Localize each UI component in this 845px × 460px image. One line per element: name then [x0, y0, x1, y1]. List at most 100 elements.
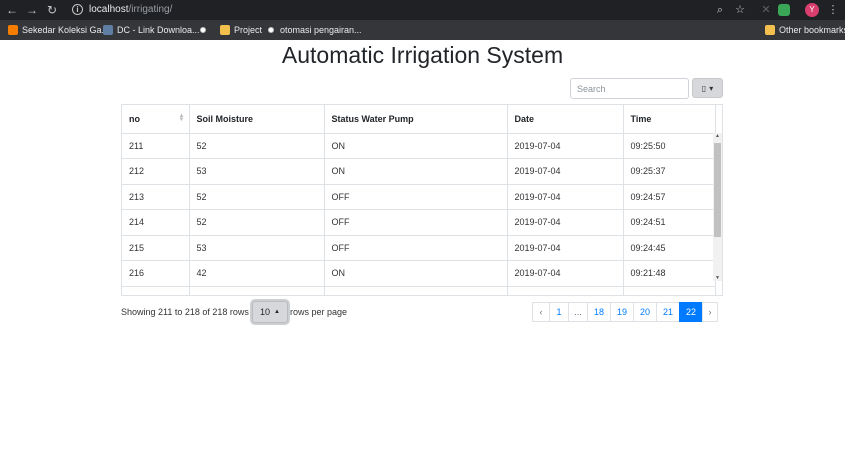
table-cell: 211: [122, 132, 190, 159]
column-header-label: Soil Moisture: [196, 113, 254, 124]
table-cell: 09:24:51: [623, 209, 716, 235]
globe-icon: [198, 25, 208, 35]
table-row: 214 52 OFF 2019-07-04 09:24:51: [122, 209, 716, 235]
folder-icon: [765, 25, 775, 35]
bookmark-item[interactable]: [198, 20, 212, 40]
table-cell: 53: [189, 234, 325, 261]
pagination-page-21[interactable]: 21: [656, 302, 680, 322]
table-cell: [324, 285, 508, 295]
reload-icon[interactable]: ↻: [44, 2, 60, 18]
columns-toggle-button[interactable]: ▯ ▾: [692, 78, 723, 98]
table-cell: 09:21:48: [623, 260, 716, 286]
search-input[interactable]: [570, 78, 689, 99]
table-cell: 52: [189, 132, 325, 159]
zoom-icon[interactable]: ⌕: [712, 2, 728, 18]
table-cell: 2019-07-04: [507, 209, 624, 235]
column-header-label: no: [129, 113, 140, 124]
table-cell: 09:25:50: [623, 132, 716, 159]
page-size-dropdown[interactable]: 10 ▲: [252, 301, 288, 323]
avatar[interactable]: Y: [805, 3, 819, 17]
forward-arrow-icon[interactable]: →: [24, 2, 40, 18]
folder-icon: [220, 25, 230, 35]
pagination-prev[interactable]: ‹: [532, 302, 550, 322]
other-bookmarks-label: Other bookmarks: [779, 25, 845, 35]
table-row: 216 42 ON 2019-07-04 09:21:48: [122, 260, 716, 286]
bookmark-item[interactable]: Sekedar Koleksi Ga...: [8, 20, 109, 40]
column-header-label: Date: [514, 113, 535, 124]
blogger-icon: [8, 25, 18, 35]
table-row: 212 53 ON 2019-07-04 09:25:37: [122, 158, 716, 184]
url-host: localhost: [89, 4, 129, 15]
pagination-page-19[interactable]: 19: [610, 302, 634, 322]
info-icon[interactable]: i: [72, 4, 83, 15]
pagination: ‹ 1 ... 18 19 20 21 22 ›: [532, 302, 718, 322]
bookmarks-bar: Sekedar Koleksi Ga... DC - Link Downloa.…: [0, 20, 845, 40]
other-bookmarks[interactable]: Other bookmarks: [765, 20, 845, 40]
column-header-no[interactable]: no ▲ ▼: [122, 105, 190, 134]
table-cell: 214: [122, 209, 190, 235]
bookmark-item[interactable]: Project: [220, 20, 262, 40]
table-cell: [623, 285, 716, 295]
pagination-page-20[interactable]: 20: [633, 302, 657, 322]
browser-toolbar: ← → ↻ i localhost/irrigating/ ⌕ ☆ ✕ Y ⋮: [0, 0, 845, 20]
bookmark-label: Sekedar Koleksi Ga...: [22, 25, 110, 35]
url-text: localhost/irrigating/: [89, 4, 172, 15]
table-cell: 53: [189, 158, 325, 184]
bookmark-item[interactable]: otomasi pengairan...: [266, 20, 362, 40]
bookmark-item[interactable]: DC - Link Downloa...: [103, 20, 200, 40]
menu-dots-icon[interactable]: ⋮: [825, 2, 841, 18]
table-row: 211 52 ON 2019-07-04 09:25:50: [122, 132, 716, 159]
extension-icon[interactable]: [778, 4, 790, 16]
columns-icon: ▯: [701, 83, 707, 93]
table-cell: OFF: [324, 209, 508, 235]
scroll-up-icon[interactable]: ▲: [713, 133, 722, 139]
bookmark-label: otomasi pengairan...: [280, 25, 362, 35]
column-header-label: Time: [630, 113, 652, 124]
table-cell: 09:24:45: [623, 234, 716, 261]
table-cell: ON: [324, 260, 508, 286]
table-cell: 215: [122, 234, 190, 261]
address-bar[interactable]: i localhost/irrigating/: [66, 1, 756, 18]
table-cell: OFF: [324, 183, 508, 210]
column-header-time[interactable]: Time: [623, 105, 716, 134]
globe-icon: [266, 25, 276, 35]
table-cell: 09:25:37: [623, 158, 716, 184]
table-header-row: no ▲ ▼ Soil Moisture Status Water Pump Dat…: [122, 105, 716, 134]
scrollbar-thumb[interactable]: [714, 143, 721, 237]
site-icon: [103, 25, 113, 35]
pagination-page-18[interactable]: 18: [587, 302, 611, 322]
table-cell: [122, 285, 190, 295]
pagination-info: Showing 211 to 218 of 218 rows: [121, 307, 249, 317]
data-table-container: no ▲ ▼ Soil Moisture Status Water Pump Dat…: [121, 104, 723, 296]
column-header-soil-moisture[interactable]: Soil Moisture: [189, 105, 325, 134]
table-cell: ON: [324, 158, 508, 184]
sort-icon: ▲ ▼: [178, 113, 185, 123]
star-icon[interactable]: ☆: [732, 2, 748, 18]
table-row: [122, 285, 716, 295]
table-cell: 42: [189, 260, 325, 286]
page-size-value: 10: [260, 307, 271, 317]
table-cell: 52: [189, 183, 325, 210]
table-cell: ON: [324, 132, 508, 159]
extension-x-icon[interactable]: ✕: [758, 2, 774, 18]
table-cell: 2019-07-04: [507, 158, 624, 184]
table-row: 213 52 OFF 2019-07-04 09:24:57: [122, 183, 716, 210]
table-cell: [189, 285, 325, 295]
pagination-page-22[interactable]: 22: [679, 302, 703, 322]
page-title: Automatic Irrigation System: [281, 42, 564, 68]
pagination-page-1[interactable]: 1: [549, 302, 569, 322]
table-row: 215 53 OFF 2019-07-04 09:24:45: [122, 234, 716, 261]
column-header-label: Status Water Pump: [331, 113, 414, 124]
table-cell: 52: [189, 209, 325, 235]
table-cell: 216: [122, 260, 190, 286]
back-arrow-icon[interactable]: ←: [4, 2, 20, 18]
chevron-down-icon: ▾: [709, 83, 714, 93]
scroll-down-icon[interactable]: ▼: [713, 275, 722, 281]
column-header-status-water-pump[interactable]: Status Water Pump: [324, 105, 508, 134]
pagination-ellipsis[interactable]: ...: [568, 302, 588, 322]
pagination-next[interactable]: ›: [702, 302, 718, 322]
table-scrollbar[interactable]: ▲ ▼: [713, 133, 722, 281]
bookmark-label: Project: [234, 25, 263, 35]
rows-per-page-label: rows per page: [290, 307, 348, 317]
column-header-date[interactable]: Date: [507, 105, 624, 134]
